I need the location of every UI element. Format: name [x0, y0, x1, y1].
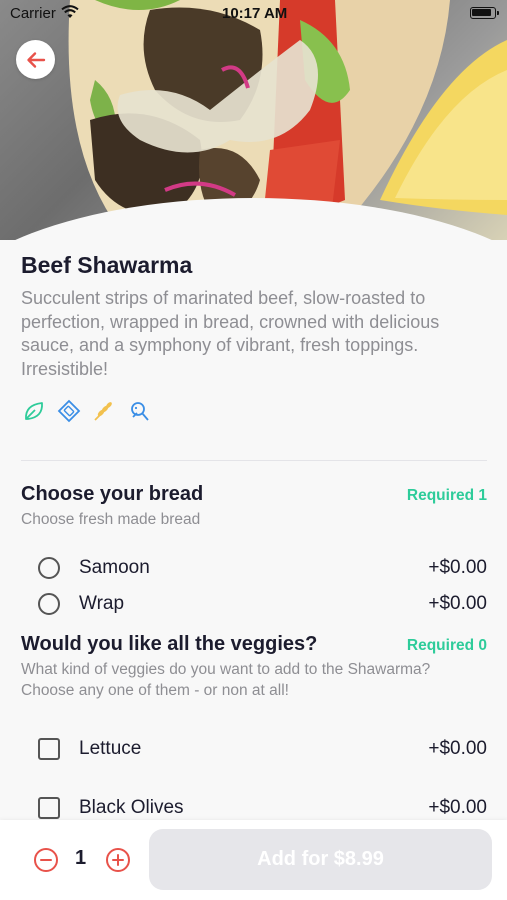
product-description: Succulent strips of marinated beef, slow…: [21, 288, 440, 379]
add-to-cart-button[interactable]: Add for $8.99: [149, 829, 492, 890]
section-title-bread: Choose your bread: [21, 483, 204, 505]
option-wrap[interactable]: Wrap +$0.00: [38, 589, 487, 619]
divider: [21, 460, 487, 461]
option-samoon[interactable]: Samoon +$0.00: [38, 553, 487, 583]
hero-image: [0, 0, 507, 240]
back-button[interactable]: [16, 40, 55, 79]
product-title: Beef Shawarma: [21, 252, 193, 278]
bottom-bar: 1 Add for $8.99: [0, 820, 507, 900]
required-badge-bread: Required 1: [406, 487, 487, 504]
checkbox[interactable]: [38, 738, 60, 760]
required-badge-veggies: Required 0: [406, 637, 487, 654]
battery-icon: [470, 7, 499, 19]
section-title-veggies: Would you like all the veggies?: [21, 633, 318, 655]
option-price: +$0.00: [428, 738, 487, 759]
option-label: Lettuce: [79, 738, 142, 759]
status-bar: Carrier 10:17 AM: [0, 0, 507, 28]
wheat-icon: [91, 398, 117, 424]
minus-icon: [40, 859, 52, 861]
radio-button[interactable]: [38, 593, 60, 615]
option-price: +$0.00: [428, 797, 487, 818]
quantity-value: 1: [75, 847, 87, 869]
diet-icons: [21, 398, 152, 424]
clock: 10:17 AM: [222, 5, 288, 22]
checkbox[interactable]: [38, 797, 60, 819]
plus-icon: [112, 854, 124, 866]
option-lettuce[interactable]: Lettuce +$0.00: [38, 734, 487, 764]
increase-quantity-button[interactable]: [106, 848, 130, 872]
fish-icon: [126, 398, 152, 424]
section-subtitle-bread: Choose fresh made bread: [21, 511, 201, 528]
section-subtitle-veggies: What kind of veggies do you want to add …: [21, 661, 431, 699]
tag-icon: [56, 398, 82, 424]
arrow-left-icon: [26, 51, 45, 68]
option-label: Black Olives: [79, 797, 184, 818]
option-price: +$0.00: [428, 557, 487, 578]
decrease-quantity-button[interactable]: [34, 848, 58, 872]
option-label: Wrap: [79, 593, 125, 614]
carrier-label: Carrier: [10, 5, 56, 22]
option-price: +$0.00: [428, 593, 487, 614]
wifi-icon: [61, 5, 79, 18]
option-label: Samoon: [79, 557, 150, 578]
radio-button[interactable]: [38, 557, 60, 579]
leaf-icon: [21, 398, 47, 424]
option-black-olives[interactable]: Black Olives +$0.00: [38, 793, 487, 823]
